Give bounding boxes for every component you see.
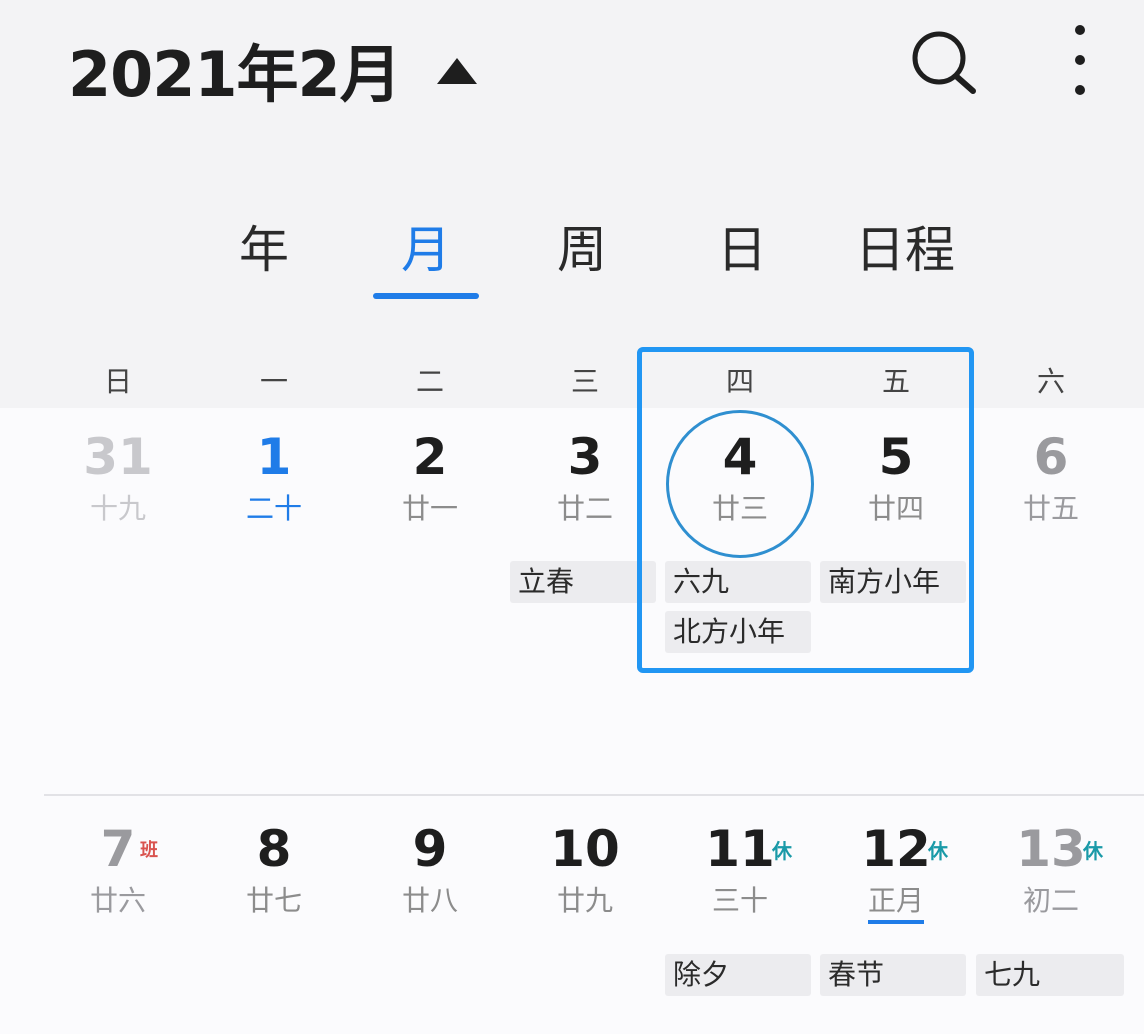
rest-day-badge: 休 xyxy=(928,839,948,863)
search-button[interactable] xyxy=(905,26,981,96)
view-tabs: 年 月 周 日 日程 xyxy=(0,210,1144,310)
tab-agenda[interactable]: 日程 xyxy=(840,210,970,310)
day-cell-today[interactable]: 1 二十 xyxy=(196,428,352,548)
more-vertical-icon xyxy=(1075,25,1085,95)
weekday-label: 日 xyxy=(103,365,132,398)
week-divider xyxy=(44,794,1144,796)
lunar-date: 正月 xyxy=(867,884,924,924)
day-cell[interactable]: 10 廿九 xyxy=(507,820,663,940)
selection-box xyxy=(637,347,974,673)
tab-year[interactable]: 年 xyxy=(212,210,316,310)
day-cell[interactable]: 7班 廿六 xyxy=(40,820,196,940)
search-icon xyxy=(912,31,976,94)
event-chip[interactable]: 春节 xyxy=(820,954,966,996)
rest-day-badge: 休 xyxy=(1083,839,1103,863)
lunar-date: 廿七 xyxy=(245,884,302,917)
lunar-date: 廿九 xyxy=(556,884,613,917)
day-cell[interactable]: 2 廿一 xyxy=(352,428,508,548)
day-number: 6 xyxy=(1033,428,1069,486)
day-number: 11 休 xyxy=(705,820,792,878)
work-day-badge: 班 xyxy=(140,840,158,861)
day-cell[interactable]: 11 休 三十 xyxy=(662,820,818,940)
weekday-label: 六 xyxy=(1036,365,1065,398)
day-cell[interactable]: 13 休 初二 xyxy=(973,820,1129,940)
tab-week[interactable]: 周 xyxy=(530,210,634,310)
day-cell[interactable]: 9 廿八 xyxy=(352,820,508,940)
event-chip[interactable]: 七九 xyxy=(976,954,1124,996)
day-cell[interactable]: 31 十九 xyxy=(40,428,196,548)
tab-day[interactable]: 日 xyxy=(690,210,794,310)
day-number: 7班 xyxy=(100,820,158,878)
day-number: 2 xyxy=(412,428,448,486)
lunar-date: 三十 xyxy=(711,884,768,917)
lunar-date: 初二 xyxy=(1022,884,1079,917)
day-cell[interactable]: 12 休 正月 xyxy=(818,820,974,940)
day-number: 9 xyxy=(412,820,448,878)
day-number: 1 xyxy=(256,428,292,486)
day-number: 8 xyxy=(256,820,292,878)
day-cell[interactable]: 6 廿五 xyxy=(973,428,1129,548)
lunar-date: 廿一 xyxy=(401,492,458,525)
page-title: 2021年2月 xyxy=(68,38,402,111)
lunar-date: 廿八 xyxy=(401,884,458,917)
lunar-date: 二十 xyxy=(245,492,302,525)
event-chip[interactable]: 除夕 xyxy=(665,954,811,996)
month-picker[interactable]: 2021年2月 xyxy=(68,24,477,114)
weekday-label: 一 xyxy=(259,365,288,398)
day-number: 13 休 xyxy=(1016,820,1103,878)
lunar-date: 廿五 xyxy=(1022,492,1079,525)
rest-day-badge: 休 xyxy=(772,839,792,863)
event-chip[interactable]: 立春 xyxy=(510,561,656,603)
app-header: 2021年2月 xyxy=(0,0,1144,130)
weekday-label: 二 xyxy=(415,365,444,398)
day-number: 12 休 xyxy=(861,820,948,878)
caret-up-icon xyxy=(436,58,477,84)
day-number: 10 xyxy=(550,820,620,878)
lunar-date: 十九 xyxy=(89,492,146,525)
lunar-date: 廿六 xyxy=(89,884,146,917)
day-number: 31 xyxy=(83,428,153,486)
more-options-button[interactable] xyxy=(1060,22,1100,100)
day-cell[interactable]: 8 廿七 xyxy=(196,820,352,940)
tab-active-indicator xyxy=(373,293,479,299)
